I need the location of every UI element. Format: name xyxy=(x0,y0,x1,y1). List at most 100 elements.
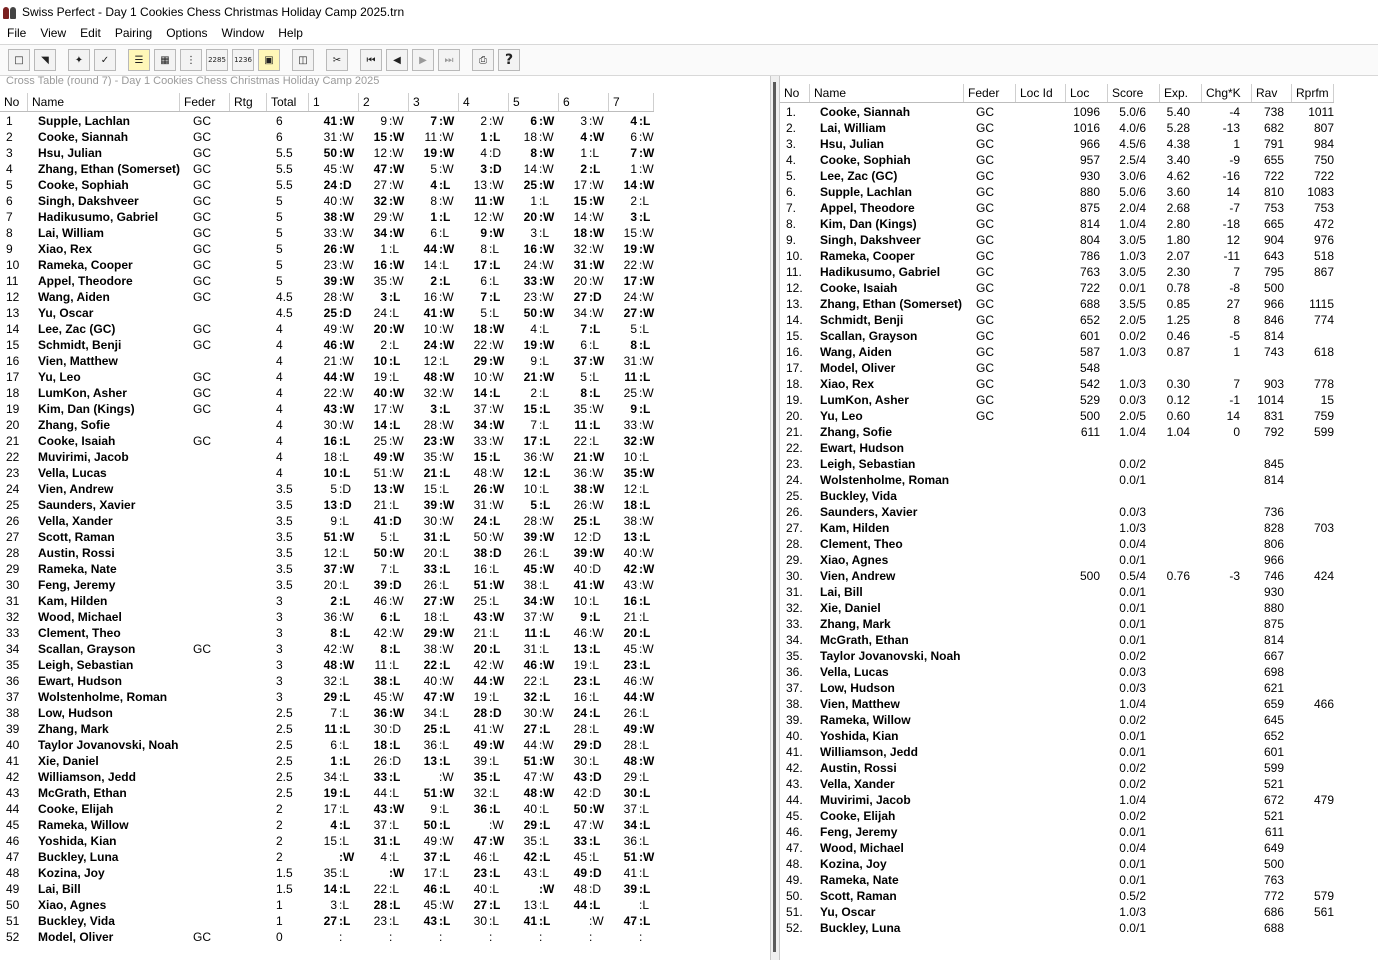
previous-round-icon[interactable]: ◀ xyxy=(386,49,408,71)
rating-table-row[interactable]: 52. Buckley, Luna 0.0/1 688 xyxy=(780,920,1340,936)
rating-table-row[interactable]: 23. Leigh, Sebastian 0.0/2 845 xyxy=(780,456,1340,472)
rating-table-row[interactable]: 12. Cooke, Isaiah GC 722 0.0/1 0.78 -8 500 xyxy=(780,280,1340,296)
rating-table-row[interactable]: 48. Kozina, Joy 0.0/1 500 xyxy=(780,856,1340,872)
pairing-check-icon[interactable]: ✓ xyxy=(94,49,116,71)
rating-table-row[interactable]: 50. Scott, Raman 0.5/2 772 579 xyxy=(780,888,1340,904)
cross-table-col-5[interactable]: 5 xyxy=(509,93,559,111)
rating-table-row[interactable]: 42. Austin, Rossi 0.0/2 599 xyxy=(780,760,1340,776)
rating-table-col-no[interactable]: No xyxy=(780,84,810,102)
cut-icon[interactable]: ✂ xyxy=(326,49,348,71)
players-icon[interactable]: ⋮ xyxy=(180,49,202,71)
rating-table-row[interactable]: 11. Hadikusumo, Gabriel GC 763 3.0/5 2.30 7 795… xyxy=(780,264,1340,280)
cross-table-col-no[interactable]: No xyxy=(0,93,28,111)
rating-table-row[interactable]: 7. Appel, Theodore GC 875 2.0/4 2.68 -7 753 753 xyxy=(780,200,1340,216)
rating-table-row[interactable]: 38. Vien, Matthew 1.0/4 659 466 xyxy=(780,696,1340,712)
menu-pairing[interactable]: Pairing xyxy=(108,26,159,40)
cross-table-row[interactable]: 4 Zhang, Ethan (Somerset) GC 5.5 45:W 47:W 5:W… xyxy=(0,161,654,177)
cross-table-row[interactable]: 16 Vien, Matthew 4 21:W 10:L 12:L 29:W 9:L 37:W 3… xyxy=(0,353,654,369)
pane-splitter[interactable] xyxy=(770,76,780,960)
rating-table-col-rav[interactable]: Rav xyxy=(1252,84,1292,102)
rating-table-col-chg-k[interactable]: Chg*K xyxy=(1202,84,1252,102)
rating-table-row[interactable]: 46. Feng, Jeremy 0.0/1 611 xyxy=(780,824,1340,840)
cross-table-row[interactable]: 24 Vien, Andrew 3.5 5:D 13:W 15:L 26:W 10:L 38:W… xyxy=(0,481,654,497)
rating-table-row[interactable]: 29. Xiao, Agnes 0.0/1 966 xyxy=(780,552,1340,568)
menu-view[interactable]: View xyxy=(33,26,73,40)
rating-table-row[interactable]: 17. Model, Oliver GC 548 xyxy=(780,360,1340,376)
cross-table-row[interactable]: 28 Austin, Rossi 3.5 12:L 50:W 20:L 38:D 26:L 39… xyxy=(0,545,654,561)
cross-table-icon[interactable]: ▦ xyxy=(154,49,176,71)
cross-table-col-4[interactable]: 4 xyxy=(459,93,509,111)
cross-table-col-3[interactable]: 3 xyxy=(409,93,459,111)
cross-table-row[interactable]: 35 Leigh, Sebastian 3 48:W 11:L 22:L 42:W 46:W 1… xyxy=(0,657,654,673)
rating-table-col-name[interactable]: Name xyxy=(810,84,964,102)
cross-table-row[interactable]: 37 Wolstenholme, Roman 3 29:L 45:W 47:W 19:L 32… xyxy=(0,689,654,705)
cross-table-row[interactable]: 40 Taylor Jovanovski, Noah 2.5 6:L 18:L 36:L 4… xyxy=(0,737,654,753)
cross-table-row[interactable]: 3 Hsu, Julian GC 5.5 50:W 12:W 19:W 4:D 8:W 1:L 7:… xyxy=(0,145,654,161)
cross-table-col-2[interactable]: 2 xyxy=(359,93,409,111)
cross-table-row[interactable]: 51 Buckley, Vida 1 27:L 23:L 43:L 30:L 41:L:W 47… xyxy=(0,913,654,929)
cross-table-row[interactable]: 46 Yoshida, Kian 2 15:L 31:L 49:W 47:W 35:L 33:L… xyxy=(0,833,654,849)
rating-table-row[interactable]: 51. Yu, Oscar 1.0/3 686 561 xyxy=(780,904,1340,920)
rating-table-row[interactable]: 34. McGrath, Ethan 0.0/1 814 xyxy=(780,632,1340,648)
cross-table-row[interactable]: 45 Rameka, Willow 2 4:L 37:L 50:L:W 29:L 47:W 34… xyxy=(0,817,654,833)
cross-table-row[interactable]: 38 Low, Hudson 2.5 7:L 36:W 34:L 28:D 30:W 24:L 2… xyxy=(0,705,654,721)
rating-table-row[interactable]: 44. Muvirimi, Jacob 1.0/4 672 479 xyxy=(780,792,1340,808)
rating-table-row[interactable]: 14. Schmidt, Benji GC 652 2.0/5 1.25 8 846 774 xyxy=(780,312,1340,328)
export-icon[interactable]: ▣ xyxy=(258,49,280,71)
cross-table-row[interactable]: 2 Cooke, Siannah GC 6 31:W 15:W 11:W 1:L 18:W 4:W… xyxy=(0,129,654,145)
cross-table-row[interactable]: 10 Rameka, Cooper GC 5 23:W 16:W 14:L 17:L 24:W 3… xyxy=(0,257,654,273)
cross-table-row[interactable]: 25 Saunders, Xavier 3.5 13:D 21:L 39:W 31:W 5:L… xyxy=(0,497,654,513)
cross-table-row[interactable]: 8 Lai, William GC 5 33:W 34:W 6:L 9:W 3:L 18:W 15:… xyxy=(0,225,654,241)
menu-file[interactable]: File xyxy=(0,26,33,40)
cross-table-row[interactable]: 47 Buckley, Luna 2:W 4:L 37:L 46:L 42:L 45:L 51:… xyxy=(0,849,654,865)
cross-table-row[interactable]: 12 Wang, Aiden GC 4.5 28:W 3:L 16:W 7:L 23:W 27:D… xyxy=(0,289,654,305)
cross-table-col-total[interactable]: Total xyxy=(267,93,309,111)
cross-table-row[interactable]: 32 Wood, Michael 3 36:W 6:L 18:L 43:W 37:W 9:L 21… xyxy=(0,609,654,625)
rating-table-row[interactable]: 2. Lai, William GC 1016 4.0/6 5.28 -13 682 807 xyxy=(780,120,1340,136)
rating-table-row[interactable]: 32. Xie, Daniel 0.0/1 880 xyxy=(780,600,1340,616)
cross-table-row[interactable]: 21 Cooke, Isaiah GC 4 16:L 25:W 23:W 33:W 17:L 22… xyxy=(0,433,654,449)
cross-table-row[interactable]: 33 Clement, Theo 3 8:L 42:W 29:W 21:L 11:L 46:W 2… xyxy=(0,625,654,641)
table-icon[interactable]: ◫ xyxy=(292,49,314,71)
menu-help[interactable]: Help xyxy=(271,26,310,40)
rating-table-col-exp[interactable]: Exp. xyxy=(1160,84,1202,102)
cross-table-row[interactable]: 30 Feng, Jeremy 3.5 20:L 39:D 26:L 51:W 38:L 41:… xyxy=(0,577,654,593)
rating-table-row[interactable]: 43. Vella, Xander 0.0/2 521 xyxy=(780,776,1340,792)
ratings-2285-icon[interactable]: 2285 xyxy=(206,49,228,71)
rating-table-row[interactable]: 31. Lai, Bill 0.0/1 930 xyxy=(780,584,1340,600)
rating-table-row[interactable]: 13. Zhang, Ethan (Somerset) GC 688 3.5/5 0.85… xyxy=(780,296,1340,312)
rating-table-row[interactable]: 27. Kam, Hilden 1.0/3 828 703 xyxy=(780,520,1340,536)
rating-table-row[interactable]: 40. Yoshida, Kian 0.0/1 652 xyxy=(780,728,1340,744)
rating-table-row[interactable]: 5. Lee, Zac (GC) GC 930 3.0/6 4.62 -16 722 722 xyxy=(780,168,1340,184)
cross-table-col-1[interactable]: 1 xyxy=(309,93,359,111)
rating-table-col-loc-id[interactable]: Loc Id xyxy=(1016,84,1066,102)
rating-table-row[interactable]: 24. Wolstenholme, Roman 0.0/1 814 xyxy=(780,472,1340,488)
results-sheet-icon[interactable]: ☰ xyxy=(128,49,150,71)
rating-table-row[interactable]: 26. Saunders, Xavier 0.0/3 736 xyxy=(780,504,1340,520)
cross-table-row[interactable]: 22 Muvirimi, Jacob 4 18:L 49:W 35:W 15:L 36:W 21… xyxy=(0,449,654,465)
cross-table-row[interactable]: 6 Singh, Dakshveer GC 5 40:W 32:W 8:W 11:W 1:L 15… xyxy=(0,193,654,209)
cross-table-row[interactable]: 1 Supple, Lachlan GC 6 41:W 9:W 7:W 2:W 6:W 3:W 4:… xyxy=(0,113,654,129)
rating-table-row[interactable]: 37. Low, Hudson 0.0/3 621 xyxy=(780,680,1340,696)
rating-table-row[interactable]: 16. Wang, Aiden GC 587 1.0/3 0.87 1 743 618 xyxy=(780,344,1340,360)
next-round-icon[interactable]: ▶ xyxy=(412,49,434,71)
rating-table-col-score[interactable]: Score xyxy=(1108,84,1160,102)
cross-table-row[interactable]: 29 Rameka, Nate 3.5 37:W 7:L 33:L 16:L 45:W 40:D… xyxy=(0,561,654,577)
rating-table-row[interactable]: 41. Williamson, Jedd 0.0/1 601 xyxy=(780,744,1340,760)
ratings-1236-icon[interactable]: 1236 xyxy=(232,49,254,71)
cross-table-row[interactable]: 18 LumKon, Asher GC 4 22:W 40:W 32:W 14:L 2:L 8:L… xyxy=(0,385,654,401)
rating-table-row[interactable]: 45. Cooke, Elijah 0.0/2 521 xyxy=(780,808,1340,824)
cross-table-row[interactable]: 26 Vella, Xander 3.5 9:L 41:D 30:W 24:L 28:W 25:… xyxy=(0,513,654,529)
rating-table-row[interactable]: 9. Singh, Dakshveer GC 804 3.0/5 1.80 12 904 976 xyxy=(780,232,1340,248)
cross-table-row[interactable]: 52 Model, Oliver GC 0::::::: xyxy=(0,929,654,945)
rating-table-row[interactable]: 6. Supple, Lachlan GC 880 5.0/6 3.60 14 810 1083 xyxy=(780,184,1340,200)
rating-table-row[interactable]: 47. Wood, Michael 0.0/4 649 xyxy=(780,840,1340,856)
cross-table-col-feder[interactable]: Feder xyxy=(180,93,230,111)
help-icon[interactable]: ? xyxy=(498,49,520,71)
cross-table-row[interactable]: 20 Zhang, Sofie 4 30:W 14:L 28:W 34:W 7:L 11:L 33… xyxy=(0,417,654,433)
cross-table-row[interactable]: 41 Xie, Daniel 2.5 1:L 26:D 13:L 39:L 51:W 30:L 4… xyxy=(0,753,654,769)
cross-table-row[interactable]: 13 Yu, Oscar 4.5 25:D 24:L 41:W 5:L 50:W 34:W 27:… xyxy=(0,305,654,321)
new-tournament-icon[interactable]: □ xyxy=(8,49,30,71)
rating-table-row[interactable]: 8. Kim, Dan (Kings) GC 814 1.0/4 2.80 -18 665 47… xyxy=(780,216,1340,232)
rating-table-row[interactable]: 10. Rameka, Cooper GC 786 1.0/3 2.07 -11 643 518 xyxy=(780,248,1340,264)
